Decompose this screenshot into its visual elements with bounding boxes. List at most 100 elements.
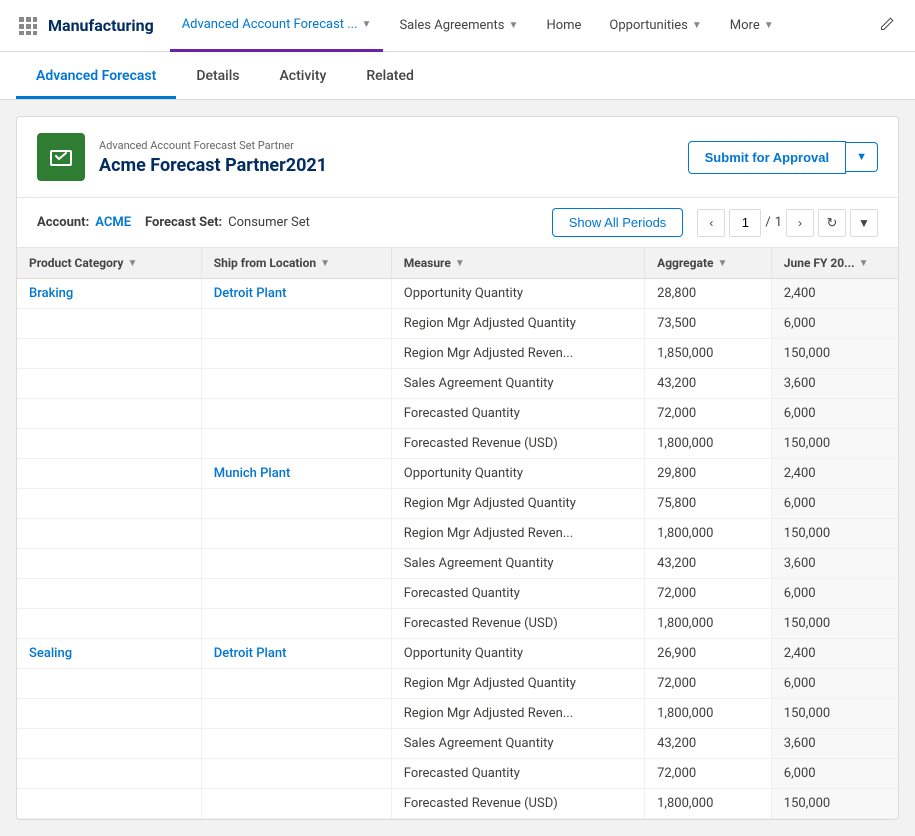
period-cell: 2,400 <box>771 279 898 309</box>
table-row: Sealing Detroit Plant Opportunity Quantity… <box>17 639 898 669</box>
card-header-text: Advanced Account Forecast Set Partner Ac… <box>99 139 688 176</box>
nav-tab-label: Home <box>546 18 581 33</box>
table-header-row: Product Category ▼ Ship from Location ▼ <box>17 248 898 279</box>
aggregate-cell: 28,800 <box>645 279 772 309</box>
tab-advanced-forecast[interactable]: Advanced Forecast <box>16 52 176 99</box>
table-row: Sales Agreement Quantity43,2003,600 <box>17 549 898 579</box>
measure-cell: Region Mgr Adjusted Quantity <box>391 489 644 519</box>
measure-cell: Forecasted Quantity <box>391 399 644 429</box>
card-title: Acme Forecast Partner2021 <box>99 155 688 176</box>
grid-icon[interactable] <box>12 10 44 42</box>
col-header-period[interactable]: June FY 20... ▼ <box>771 248 898 279</box>
aggregate-cell: 43,200 <box>645 729 772 759</box>
nav-tab-label: More <box>730 18 760 33</box>
measure-cell: Region Mgr Adjusted Reven... <box>391 519 644 549</box>
aggregate-cell: 72,000 <box>645 669 772 699</box>
period-cell: 2,400 <box>771 459 898 489</box>
period-cell: 3,600 <box>771 729 898 759</box>
nav-tab-label: Opportunities <box>609 18 687 33</box>
app-name: Manufacturing <box>48 16 154 35</box>
tab-activity[interactable]: Activity <box>260 52 347 99</box>
filter-button[interactable]: ▼ <box>850 209 878 237</box>
product-link[interactable]: Braking <box>29 286 73 301</box>
measure-cell: Opportunity Quantity <box>391 279 644 309</box>
col-header-measure[interactable]: Measure ▼ <box>391 248 644 279</box>
next-page-button[interactable]: › <box>786 209 814 237</box>
table-row: Region Mgr Adjusted Quantity75,8006,000 <box>17 489 898 519</box>
period-cell: 6,000 <box>771 579 898 609</box>
period-cell: 150,000 <box>771 519 898 549</box>
nav-tab-advanced-forecast[interactable]: Advanced Account Forecast ... ▼ <box>170 0 384 52</box>
main-content: Advanced Account Forecast Set Partner Ac… <box>0 100 915 836</box>
nav-tab-home[interactable]: Home <box>534 0 593 52</box>
nav-tab-opportunities[interactable]: Opportunities ▼ <box>597 0 713 52</box>
pagination-controls: ‹ / 1 › ↻ ▼ <box>697 209 878 237</box>
period-cell: 6,000 <box>771 309 898 339</box>
table-row: Region Mgr Adjusted Quantity72,0006,000 <box>17 669 898 699</box>
location-link[interactable]: Detroit Plant <box>214 286 287 301</box>
measure-cell: Region Mgr Adjusted Quantity <box>391 309 644 339</box>
account-label: Account: <box>37 215 89 230</box>
table-row: Forecasted Revenue (USD)1,800,000150,000 <box>17 429 898 459</box>
measure-cell: Opportunity Quantity <box>391 639 644 669</box>
nav-chevron-icon: ▼ <box>509 20 519 31</box>
period-cell: 3,600 <box>771 369 898 399</box>
period-cell: 150,000 <box>771 339 898 369</box>
measure-cell: Region Mgr Adjusted Quantity <box>391 669 644 699</box>
aggregate-cell: 75,800 <box>645 489 772 519</box>
table-row: Forecasted Revenue (USD)1,800,000150,000 <box>17 789 898 819</box>
refresh-button[interactable]: ↻ <box>818 209 846 237</box>
card-header: Advanced Account Forecast Set Partner Ac… <box>17 117 898 198</box>
card-subtitle: Advanced Account Forecast Set Partner <box>99 139 688 152</box>
product-link[interactable]: Sealing <box>29 646 72 661</box>
card-icon <box>37 133 85 181</box>
aggregate-cell: 43,200 <box>645 369 772 399</box>
measure-cell: Sales Agreement Quantity <box>391 729 644 759</box>
aggregate-cell: 1,800,000 <box>645 609 772 639</box>
tab-related[interactable]: Related <box>346 52 433 99</box>
submit-dropdown-button[interactable]: ▼ <box>846 142 878 172</box>
measure-cell: Opportunity Quantity <box>391 459 644 489</box>
nav-chevron-icon: ▼ <box>764 20 774 31</box>
table-row: Region Mgr Adjusted Reven...1,800,000150… <box>17 519 898 549</box>
location-link[interactable]: Detroit Plant <box>214 646 287 661</box>
location-link[interactable]: Munich Plant <box>214 466 291 481</box>
nav-chevron-icon: ▼ <box>692 20 702 31</box>
aggregate-cell: 1,850,000 <box>645 339 772 369</box>
forecast-card: Advanced Account Forecast Set Partner Ac… <box>16 116 899 820</box>
aggregate-cell: 72,000 <box>645 579 772 609</box>
aggregate-cell: 1,800,000 <box>645 429 772 459</box>
col-header-product[interactable]: Product Category ▼ <box>17 248 201 279</box>
period-cell: 6,000 <box>771 399 898 429</box>
nav-tab-label: Sales Agreements <box>399 18 504 33</box>
period-cell: 3,600 <box>771 549 898 579</box>
table-row: Braking Detroit Plant Opportunity Quantity… <box>17 279 898 309</box>
submit-for-approval-button[interactable]: Submit for Approval <box>688 141 846 174</box>
period-cell: 150,000 <box>771 789 898 819</box>
page-number-input[interactable] <box>729 209 761 237</box>
col-header-aggregate[interactable]: Aggregate ▼ <box>645 248 772 279</box>
forecast-set-value: Consumer Set <box>228 215 310 230</box>
nav-tab-more[interactable]: More ▼ <box>718 0 786 52</box>
nav-chevron-icon: ▼ <box>362 19 372 30</box>
page-tabs: Advanced Forecast Details Activity Relat… <box>0 52 915 100</box>
top-nav: Manufacturing Advanced Account Forecast … <box>0 0 915 52</box>
table-row: Region Mgr Adjusted Reven...1,850,000150… <box>17 339 898 369</box>
table-row: Region Mgr Adjusted Quantity73,5006,000 <box>17 309 898 339</box>
aggregate-cell: 72,000 <box>645 399 772 429</box>
table-row: Region Mgr Adjusted Reven...1,800,000150… <box>17 699 898 729</box>
measure-cell: Forecasted Revenue (USD) <box>391 429 644 459</box>
aggregate-cell: 73,500 <box>645 309 772 339</box>
edit-icon[interactable] <box>871 8 903 44</box>
account-value[interactable]: ACME <box>95 215 131 230</box>
page-divider: / <box>765 215 770 230</box>
forecast-table: Product Category ▼ Ship from Location ▼ <box>17 248 898 819</box>
tab-details[interactable]: Details <box>176 52 259 99</box>
sort-icon: ▼ <box>127 258 137 269</box>
measure-cell: Forecasted Quantity <box>391 579 644 609</box>
period-cell: 150,000 <box>771 699 898 729</box>
nav-tab-sales-agreements[interactable]: Sales Agreements ▼ <box>387 0 530 52</box>
prev-page-button[interactable]: ‹ <box>697 209 725 237</box>
show-all-periods-button[interactable]: Show All Periods <box>552 208 684 237</box>
col-header-location[interactable]: Ship from Location ▼ <box>201 248 391 279</box>
